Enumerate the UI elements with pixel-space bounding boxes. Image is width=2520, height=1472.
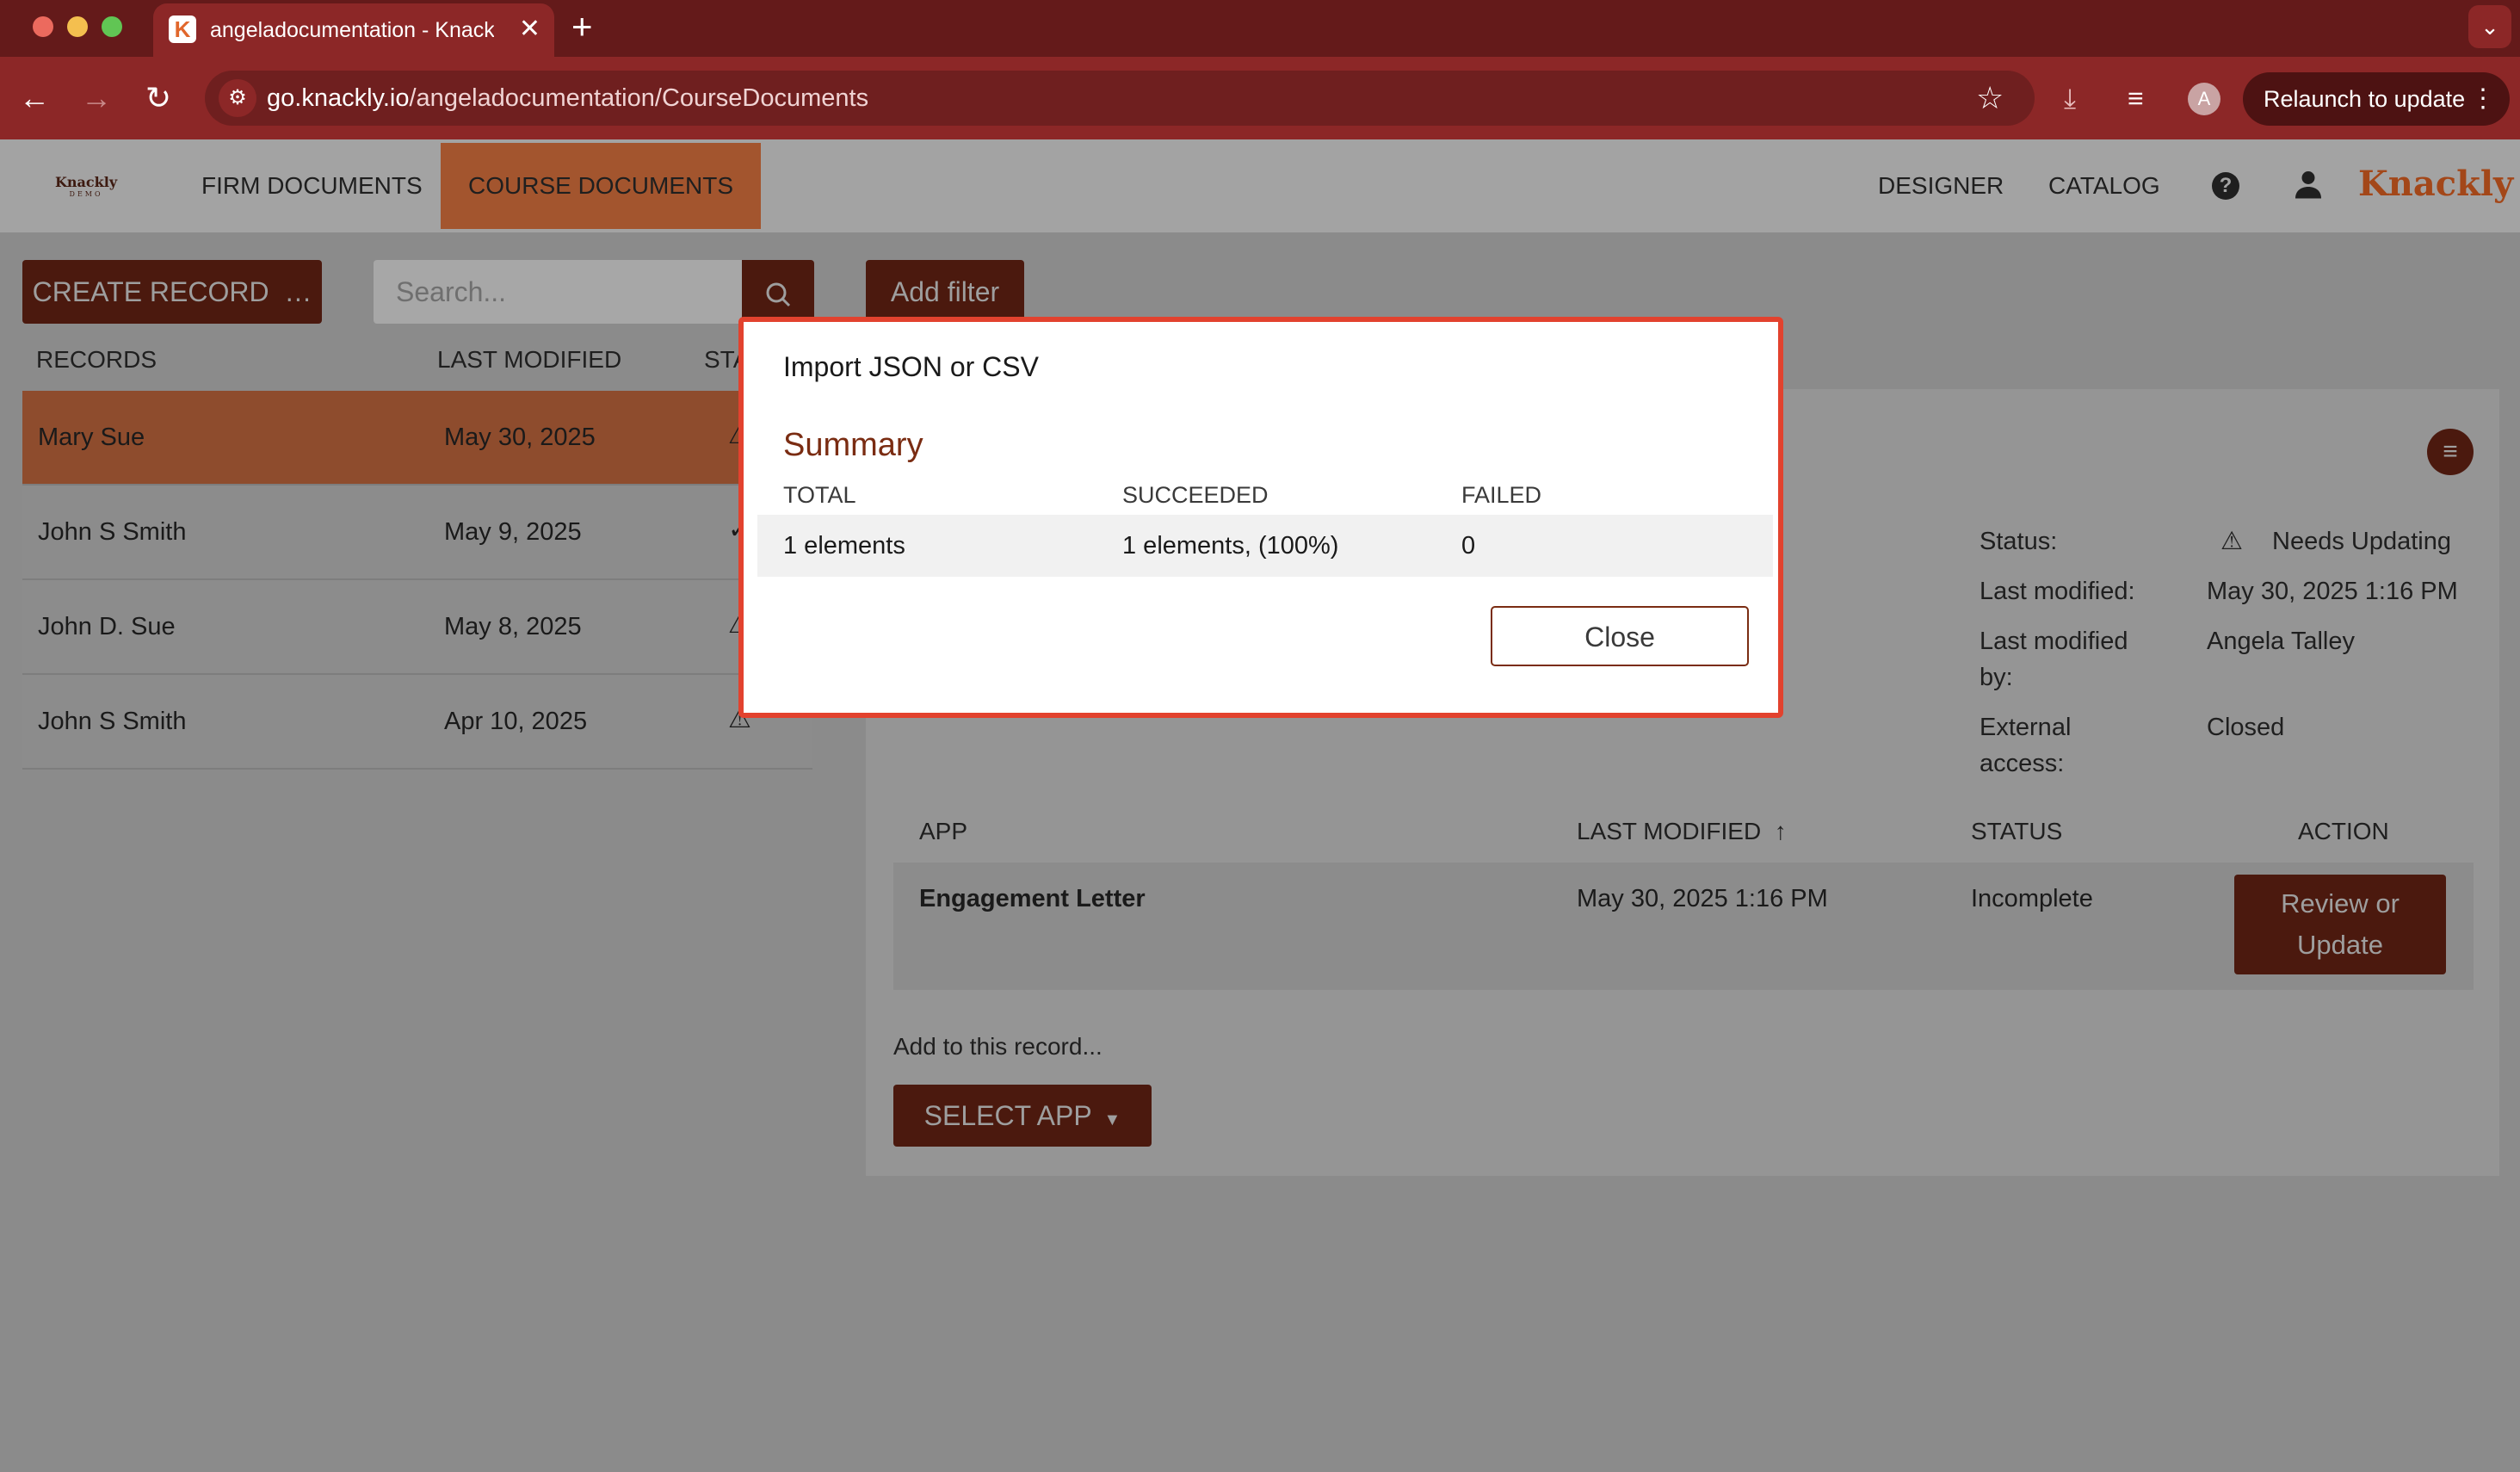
succeeded-value: 1 elements, (100%) [1122, 532, 1339, 560]
external-access-label-2: access: [1980, 750, 2065, 777]
last-modified-by-label-2: by: [1980, 664, 2013, 691]
help-icon[interactable]: ? [2212, 172, 2239, 200]
browser-toolbar: ← → ↻ ⚙ go.knackly.io/angeladocumentatio… [0, 57, 2520, 139]
browser-tab-strip: K angeladocumentation - Knackly ✕ + ⌄ [0, 0, 2520, 57]
last-modified-header[interactable]: LAST MODIFIED [437, 344, 621, 375]
caret-down-icon: ▼ [1099, 1110, 1121, 1129]
record-name: Mary Sue [38, 424, 145, 451]
media-queue-icon[interactable]: ≡ [2128, 81, 2144, 115]
hamburger-menu-icon[interactable]: ≡ [2427, 429, 2474, 475]
nav-course-documents[interactable]: COURSE DOCUMENTS [441, 143, 762, 229]
close-window-icon[interactable] [33, 16, 53, 37]
record-name: John D. Sue [38, 613, 176, 640]
bookmark-star-icon[interactable]: ☆ [1976, 81, 2004, 115]
review-or-update-button[interactable]: Review or Update [2234, 875, 2446, 974]
tab-close-icon[interactable]: ✕ [519, 14, 540, 45]
list-item[interactable]: Mary Sue May 30, 2025 ⚠ [22, 391, 812, 486]
status-column-header[interactable]: STATUS [1971, 816, 2062, 847]
address-bar[interactable]: ⚙ go.knackly.io/angeladocumentation/Cour… [205, 71, 2035, 126]
url-text[interactable]: go.knackly.io/angeladocumentation/Course… [267, 83, 868, 114]
summary-row: 1 elements 1 elements, (100%) 0 [757, 515, 1773, 577]
list-item[interactable]: John S Smith May 9, 2025 ✓ [22, 486, 812, 580]
app-column-header[interactable]: APP [919, 816, 967, 847]
review-button-line1: Review or [2281, 888, 2400, 918]
record-date: May 8, 2025 [444, 613, 582, 640]
search-input[interactable]: Search... [374, 260, 744, 324]
nav-designer[interactable]: DESIGNER [1878, 170, 2004, 201]
app-last-modified: May 30, 2025 1:16 PM [1577, 885, 1828, 912]
knackly-favicon-icon: K [169, 15, 196, 43]
last-modified-by-label-1: Last modified [1980, 628, 2128, 655]
summary-heading: Summary [783, 427, 923, 463]
last-modified-label: Last modified: [1980, 578, 2135, 605]
download-icon[interactable]: ⤓ [2064, 81, 2076, 115]
reload-icon[interactable]: ↻ [138, 77, 179, 119]
last-modified-column-header[interactable]: LAST MODIFIED ↑ [1577, 816, 1787, 847]
select-app-label: SELECT APP [923, 1100, 1092, 1131]
failed-column-header: FAILED [1461, 482, 1542, 508]
maximize-window-icon[interactable] [102, 16, 122, 37]
url-path: /angeladocumentation/CourseDocuments [409, 84, 869, 112]
table-row: Engagement Letter May 30, 2025 1:16 PM I… [893, 863, 2474, 990]
nav-catalog[interactable]: CATALOG [2048, 170, 2160, 201]
record-name: John S Smith [38, 708, 187, 735]
site-settings-icon[interactable]: ⚙ [219, 79, 256, 117]
relaunch-to-update-button[interactable]: Relaunch to update ⋮ [2243, 72, 2510, 126]
new-tab-icon[interactable]: + [571, 9, 593, 45]
close-button[interactable]: Close [1491, 606, 1749, 666]
minimize-window-icon[interactable] [67, 16, 88, 37]
knackly-brand-logo[interactable]: Knackly [2358, 164, 2513, 204]
list-item[interactable]: John D. Sue May 8, 2025 ⚠ [22, 580, 812, 675]
last-modified-value: May 30, 2025 1:16 PM [2207, 578, 2458, 605]
last-modified-column-label: LAST MODIFIED [1577, 818, 1762, 844]
review-button-line2: Update [2297, 930, 2383, 960]
total-value: 1 elements [783, 532, 905, 560]
more-vert-icon[interactable]: ⋮ [2470, 72, 2496, 126]
records-header[interactable]: RECORDS [36, 344, 157, 375]
add-filter-button[interactable]: Add filter [866, 260, 1024, 324]
status-label: Status: [1980, 528, 2058, 555]
record-date: May 9, 2025 [444, 518, 582, 546]
search-button[interactable] [742, 260, 814, 324]
browser-tab[interactable]: K angeladocumentation - Knackly ✕ [153, 3, 554, 57]
create-record-button[interactable]: CREATE RECORD … [22, 260, 322, 324]
succeeded-column-header: SUCCEEDED [1122, 482, 1269, 508]
logo-text: Knackly [55, 174, 118, 190]
nav-firm-documents[interactable]: FIRM DOCUMENTS [201, 170, 423, 201]
create-record-label: CREATE RECORD [32, 276, 269, 307]
knackly-demo-logo[interactable]: Knackly DEMO [55, 174, 117, 198]
select-app-button[interactable]: SELECT APP ▼ [893, 1085, 1152, 1147]
warning-icon: ⚠ [2220, 528, 2243, 555]
tab-search-chevron-icon[interactable]: ⌄ [2468, 5, 2511, 48]
import-summary-dialog: Import JSON or CSV Summary TOTAL SUCCEED… [738, 317, 1783, 718]
failed-value: 0 [1461, 532, 1476, 560]
total-column-header: TOTAL [783, 482, 856, 508]
record-date: May 30, 2025 [444, 424, 596, 451]
forward-arrow-icon[interactable]: → [76, 77, 117, 119]
dialog-title: Import JSON or CSV [783, 351, 1039, 382]
record-date: Apr 10, 2025 [444, 708, 588, 735]
logo-subtext: DEMO [69, 190, 103, 198]
back-arrow-icon[interactable]: ← [14, 77, 55, 119]
tab-title: angeladocumentation - Knackly [210, 18, 494, 42]
url-host: go.knackly.io [267, 84, 410, 112]
record-name: John S Smith [38, 518, 187, 546]
app-name[interactable]: Engagement Letter [919, 883, 1146, 914]
app-nav-bar: Knackly DEMO FIRM DOCUMENTS COURSE DOCUM… [0, 139, 2520, 232]
app-status: Incomplete [1971, 885, 2093, 912]
relaunch-label: Relaunch to update [2264, 86, 2466, 112]
add-to-record-text: Add to this record... [893, 1033, 1102, 1060]
search-icon [766, 282, 791, 307]
list-item[interactable]: John S Smith Apr 10, 2025 ⚠ [22, 675, 812, 770]
profile-avatar[interactable]: A [2188, 83, 2220, 115]
external-access-label-1: External [1980, 714, 2072, 741]
sort-arrow-up-icon: ↑ [1767, 818, 1787, 844]
user-icon[interactable] [2293, 169, 2324, 200]
external-access-value: Closed [2207, 714, 2285, 741]
status-value: Needs Updating [2272, 528, 2451, 555]
last-modified-by-value: Angela Talley [2207, 628, 2355, 655]
action-column-header: ACTION [2298, 818, 2389, 844]
